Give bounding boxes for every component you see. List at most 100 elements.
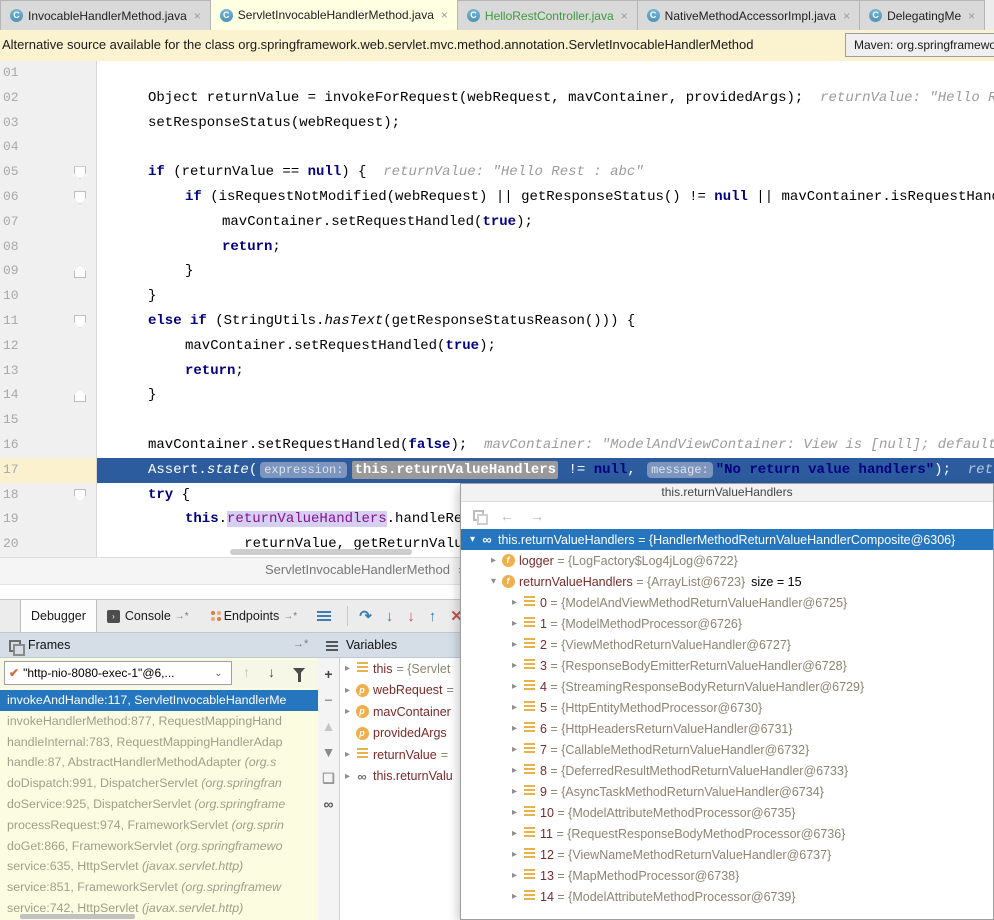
breadcrumb-item-class[interactable]: ServletInvocableHandlerMethod <box>265 562 450 577</box>
watch-tree-row[interactable]: ▸12 = {ViewNameMethodReturnValueHandler@… <box>461 844 993 865</box>
frame-row[interactable]: doService:925, DispatcherServlet (org.sp… <box>0 794 318 815</box>
expand-chevron-icon[interactable]: ▸ <box>507 723 522 734</box>
code-text[interactable]: return; <box>97 235 994 260</box>
expand-chevron-icon[interactable]: ▸ <box>507 786 522 797</box>
back-icon[interactable]: ← <box>500 508 514 524</box>
scroll-up-icon[interactable]: ▲ <box>322 718 336 744</box>
fold-marker-icon[interactable] <box>74 265 86 278</box>
expand-chevron-icon[interactable]: ▸ <box>507 807 522 818</box>
frames-filter-icon[interactable] <box>293 668 305 675</box>
code-text[interactable]: } <box>97 259 994 284</box>
frame-row[interactable]: service:635, HttpServlet (javax.servlet.… <box>0 856 318 877</box>
frame-row[interactable]: invokeAndHandle:117, ServletInvocableHan… <box>0 690 318 711</box>
expand-chevron-icon[interactable]: ▸ <box>507 702 522 713</box>
code-line[interactable]: 07mavContainer.setRequestHandled(true); <box>0 210 994 235</box>
expand-chevron-icon[interactable]: ▸ <box>507 639 522 650</box>
expand-chevron-icon[interactable]: ▸ <box>507 849 522 860</box>
watch-tree-row[interactable]: ▸6 = {HttpHeadersReturnValueHandler@6731… <box>461 718 993 739</box>
frame-row[interactable]: handle:87, AbstractHandlerMethodAdapter … <box>0 752 318 773</box>
fold-marker-icon[interactable] <box>74 166 86 179</box>
frames-hscrollbar[interactable] <box>20 914 135 919</box>
watch-tree-row[interactable]: ▸11 = {RequestResponseBodyMethodProcesso… <box>461 823 993 844</box>
frame-row[interactable]: processRequest:974, FrameworkServlet (or… <box>0 815 318 836</box>
settings-menu-icon[interactable] <box>317 611 331 613</box>
fold-marker-icon[interactable] <box>74 191 86 204</box>
inspect-icon[interactable] <box>473 510 484 521</box>
code-text[interactable]: mavContainer.setRequestHandled(true); <box>97 210 994 235</box>
code-line[interactable]: 06if (isRequestNotModified(webRequest) |… <box>0 185 994 210</box>
code-text[interactable]: if (returnValue == null) { returnValue: … <box>97 160 994 185</box>
expand-chevron-icon[interactable]: ▸ <box>507 891 522 902</box>
watch-tree-row[interactable]: ▸14 = {ModelAttributeMethodProcessor@673… <box>461 886 993 907</box>
code-line[interactable]: 02Object returnValue = invokeForRequest(… <box>0 86 994 111</box>
watch-tree-row[interactable]: ▸9 = {AsyncTaskMethodReturnValueHandler@… <box>461 781 993 802</box>
code-text[interactable]: } <box>97 284 994 309</box>
watch-tree-row[interactable]: ▸13 = {MapMethodProcessor@6738} <box>461 865 993 886</box>
step-over-icon[interactable]: ↷ <box>359 607 372 625</box>
watch-tree-row[interactable]: ▸10 = {ModelAttributeMethodProcessor@673… <box>461 802 993 823</box>
expand-chevron-icon[interactable]: ▸ <box>507 618 522 629</box>
watch-tree-row[interactable]: ▸3 = {ResponseBodyEmitterReturnValueHand… <box>461 655 993 676</box>
fold-marker-icon[interactable] <box>74 489 86 502</box>
frame-up-icon[interactable]: ↑ <box>243 664 250 680</box>
code-text[interactable]: setResponseStatus(webRequest); <box>97 111 994 136</box>
watch-tree-row[interactable]: ▸1 = {ModelMethodProcessor@6726} <box>461 613 993 634</box>
watch-tree-row[interactable]: ▸7 = {CallableMethodReturnValueHandler@6… <box>461 739 993 760</box>
expand-chevron-icon[interactable]: ▸ <box>486 555 501 566</box>
code-text[interactable]: return; <box>97 359 994 384</box>
code-line[interactable]: 13return; <box>0 359 994 384</box>
expand-chevron-icon[interactable]: ▸ <box>340 749 355 760</box>
code-text[interactable]: Assert.state(expression:this.returnValue… <box>97 458 994 483</box>
tab-close-icon[interactable]: × <box>843 9 850 23</box>
editor-tab[interactable]: CNativeMethodAccessorImpl.java× <box>637 0 860 30</box>
thread-chevron-icon[interactable]: ⌄ <box>211 668 226 679</box>
force-step-into-icon[interactable]: ↓ <box>407 608 415 625</box>
expand-chevron-icon[interactable]: ▸ <box>507 828 522 839</box>
expand-chevron-icon[interactable]: ▸ <box>507 660 522 671</box>
expand-chevron-icon[interactable]: ▸ <box>507 744 522 755</box>
fold-marker-icon[interactable] <box>74 389 86 402</box>
watch-tree-row[interactable]: ▸2 = {ViewMethodReturnValueHandler@6727} <box>461 634 993 655</box>
expand-chevron-icon[interactable]: ▸ <box>340 771 355 782</box>
frame-row[interactable]: handleInternal:783, RequestMappingHandle… <box>0 732 318 753</box>
thread-selector[interactable]: ✔ "http-nio-8080-exec-1"@6,... ⌄ <box>4 661 232 685</box>
editor-tab[interactable]: CHelloRestController.java× <box>457 0 638 30</box>
code-text[interactable] <box>97 61 994 86</box>
watch-tree-row[interactable]: ▸flogger = {LogFactory$Log4jLog@6722} <box>461 550 993 571</box>
popup-title[interactable]: this.returnValueHandlers <box>461 484 993 502</box>
code-line[interactable]: 08return; <box>0 235 994 260</box>
expand-chevron-icon[interactable]: ▸ <box>507 870 522 881</box>
forward-icon[interactable]: → <box>530 508 544 524</box>
editor-tab[interactable]: CDelegatingMe× <box>859 0 985 30</box>
pin-icon[interactable]: →* <box>283 611 297 622</box>
remove-icon[interactable]: − <box>324 692 332 718</box>
maven-source-button[interactable]: Maven: org.springframework:sprin <box>845 33 994 57</box>
watch-tree-row[interactable]: ▾∞this.returnValueHandlers = {HandlerMet… <box>461 529 993 550</box>
editor-hscrollbar[interactable] <box>230 549 412 555</box>
tab-close-icon[interactable]: × <box>968 9 975 23</box>
step-into-icon[interactable]: ↓ <box>386 608 394 625</box>
watch-tree-row[interactable]: ▾freturnValueHandlers = {ArrayList@6723}… <box>461 571 993 592</box>
step-out-icon[interactable]: ↑ <box>429 608 437 625</box>
watch-tree-row[interactable]: ▸8 = {DeferredResultMethodReturnValueHan… <box>461 760 993 781</box>
code-text[interactable]: if (isRequestNotModified(webRequest) || … <box>97 185 994 210</box>
expand-chevron-icon[interactable]: ▾ <box>486 576 501 587</box>
frames-pin-icon[interactable]: →* <box>293 638 308 650</box>
expand-chevron-icon[interactable]: ▸ <box>340 663 355 674</box>
code-line[interactable]: 14} <box>0 383 994 408</box>
expand-chevron-icon[interactable]: ▾ <box>465 534 480 545</box>
code-text[interactable]: } <box>97 383 994 408</box>
watch-tree-row[interactable]: ▸5 = {HttpEntityMethodProcessor@6730} <box>461 697 993 718</box>
code-text[interactable]: Object returnValue = invokeForRequest(we… <box>97 86 994 111</box>
frame-row[interactable]: invokeHandlerMethod:877, RequestMappingH… <box>0 711 318 732</box>
copy-icon[interactable]: ❏ <box>322 770 335 796</box>
frame-row[interactable]: doGet:866, FrameworkServlet (org.springf… <box>0 836 318 857</box>
fold-marker-icon[interactable] <box>74 315 86 328</box>
tab-close-icon[interactable]: × <box>621 9 628 23</box>
code-line[interactable]: 03setResponseStatus(webRequest); <box>0 111 994 136</box>
code-text[interactable]: mavContainer.setRequestHandled(true); <box>97 334 994 359</box>
code-line[interactable]: 11else if (StringUtils.hasText(getRespon… <box>0 309 994 334</box>
editor-tab[interactable]: CInvocableHandlerMethod.java× <box>0 0 211 30</box>
code-text[interactable]: else if (StringUtils.hasText(getResponse… <box>97 309 994 334</box>
code-line[interactable]: 04 <box>0 135 994 160</box>
